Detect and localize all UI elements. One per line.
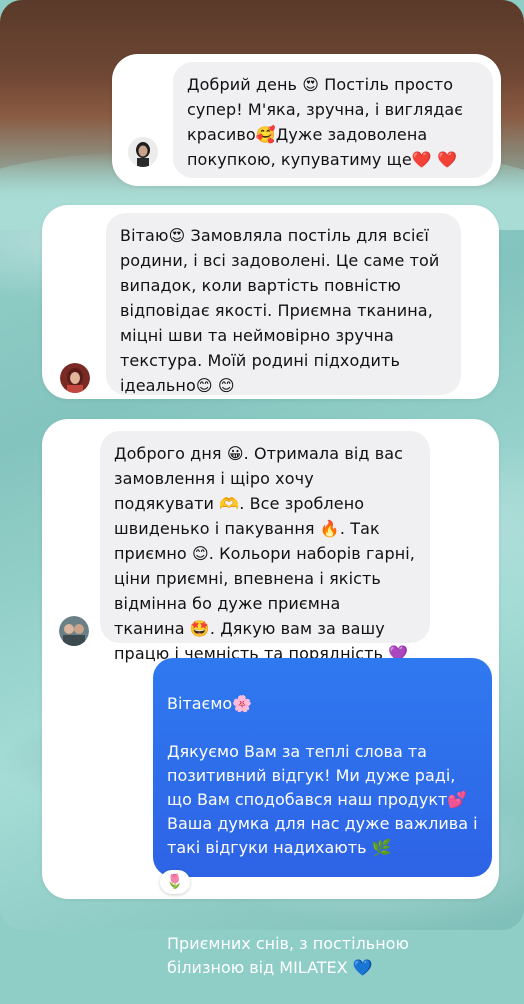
review-card-1: Добрий день 😍 Постіль просто супер! М'як… <box>112 54 501 186</box>
reply-body: Дякуємо Вам за теплі слова та позитивний… <box>167 742 478 857</box>
review-card-2: Вітаю😍 Замовляла постіль для всієї родин… <box>42 205 499 399</box>
review-card-3: Доброго дня 😀. Отримала від вас замовлен… <box>42 419 499 977</box>
reply-closing: Приємних снів, з постільною білизною від… <box>167 934 409 977</box>
reply-bubble: Вітаємо🌸 Дякуємо Вам за теплі слова та п… <box>153 658 492 977</box>
user-avatar-icon[interactable] <box>59 616 89 646</box>
user-avatar-icon[interactable] <box>60 363 90 393</box>
reply-greeting: Вітаємо🌸 <box>167 694 253 713</box>
message-bubble: Вітаю😍 Замовляла постіль для всієї родин… <box>106 213 461 395</box>
message-bubble: Добрий день 😍 Постіль просто супер! М'як… <box>173 62 493 178</box>
user-avatar-icon[interactable] <box>128 137 158 167</box>
flower-reaction-icon[interactable]: 🌷 <box>160 870 190 894</box>
message-bubble: Доброго дня 😀. Отримала від вас замовлен… <box>100 431 430 663</box>
